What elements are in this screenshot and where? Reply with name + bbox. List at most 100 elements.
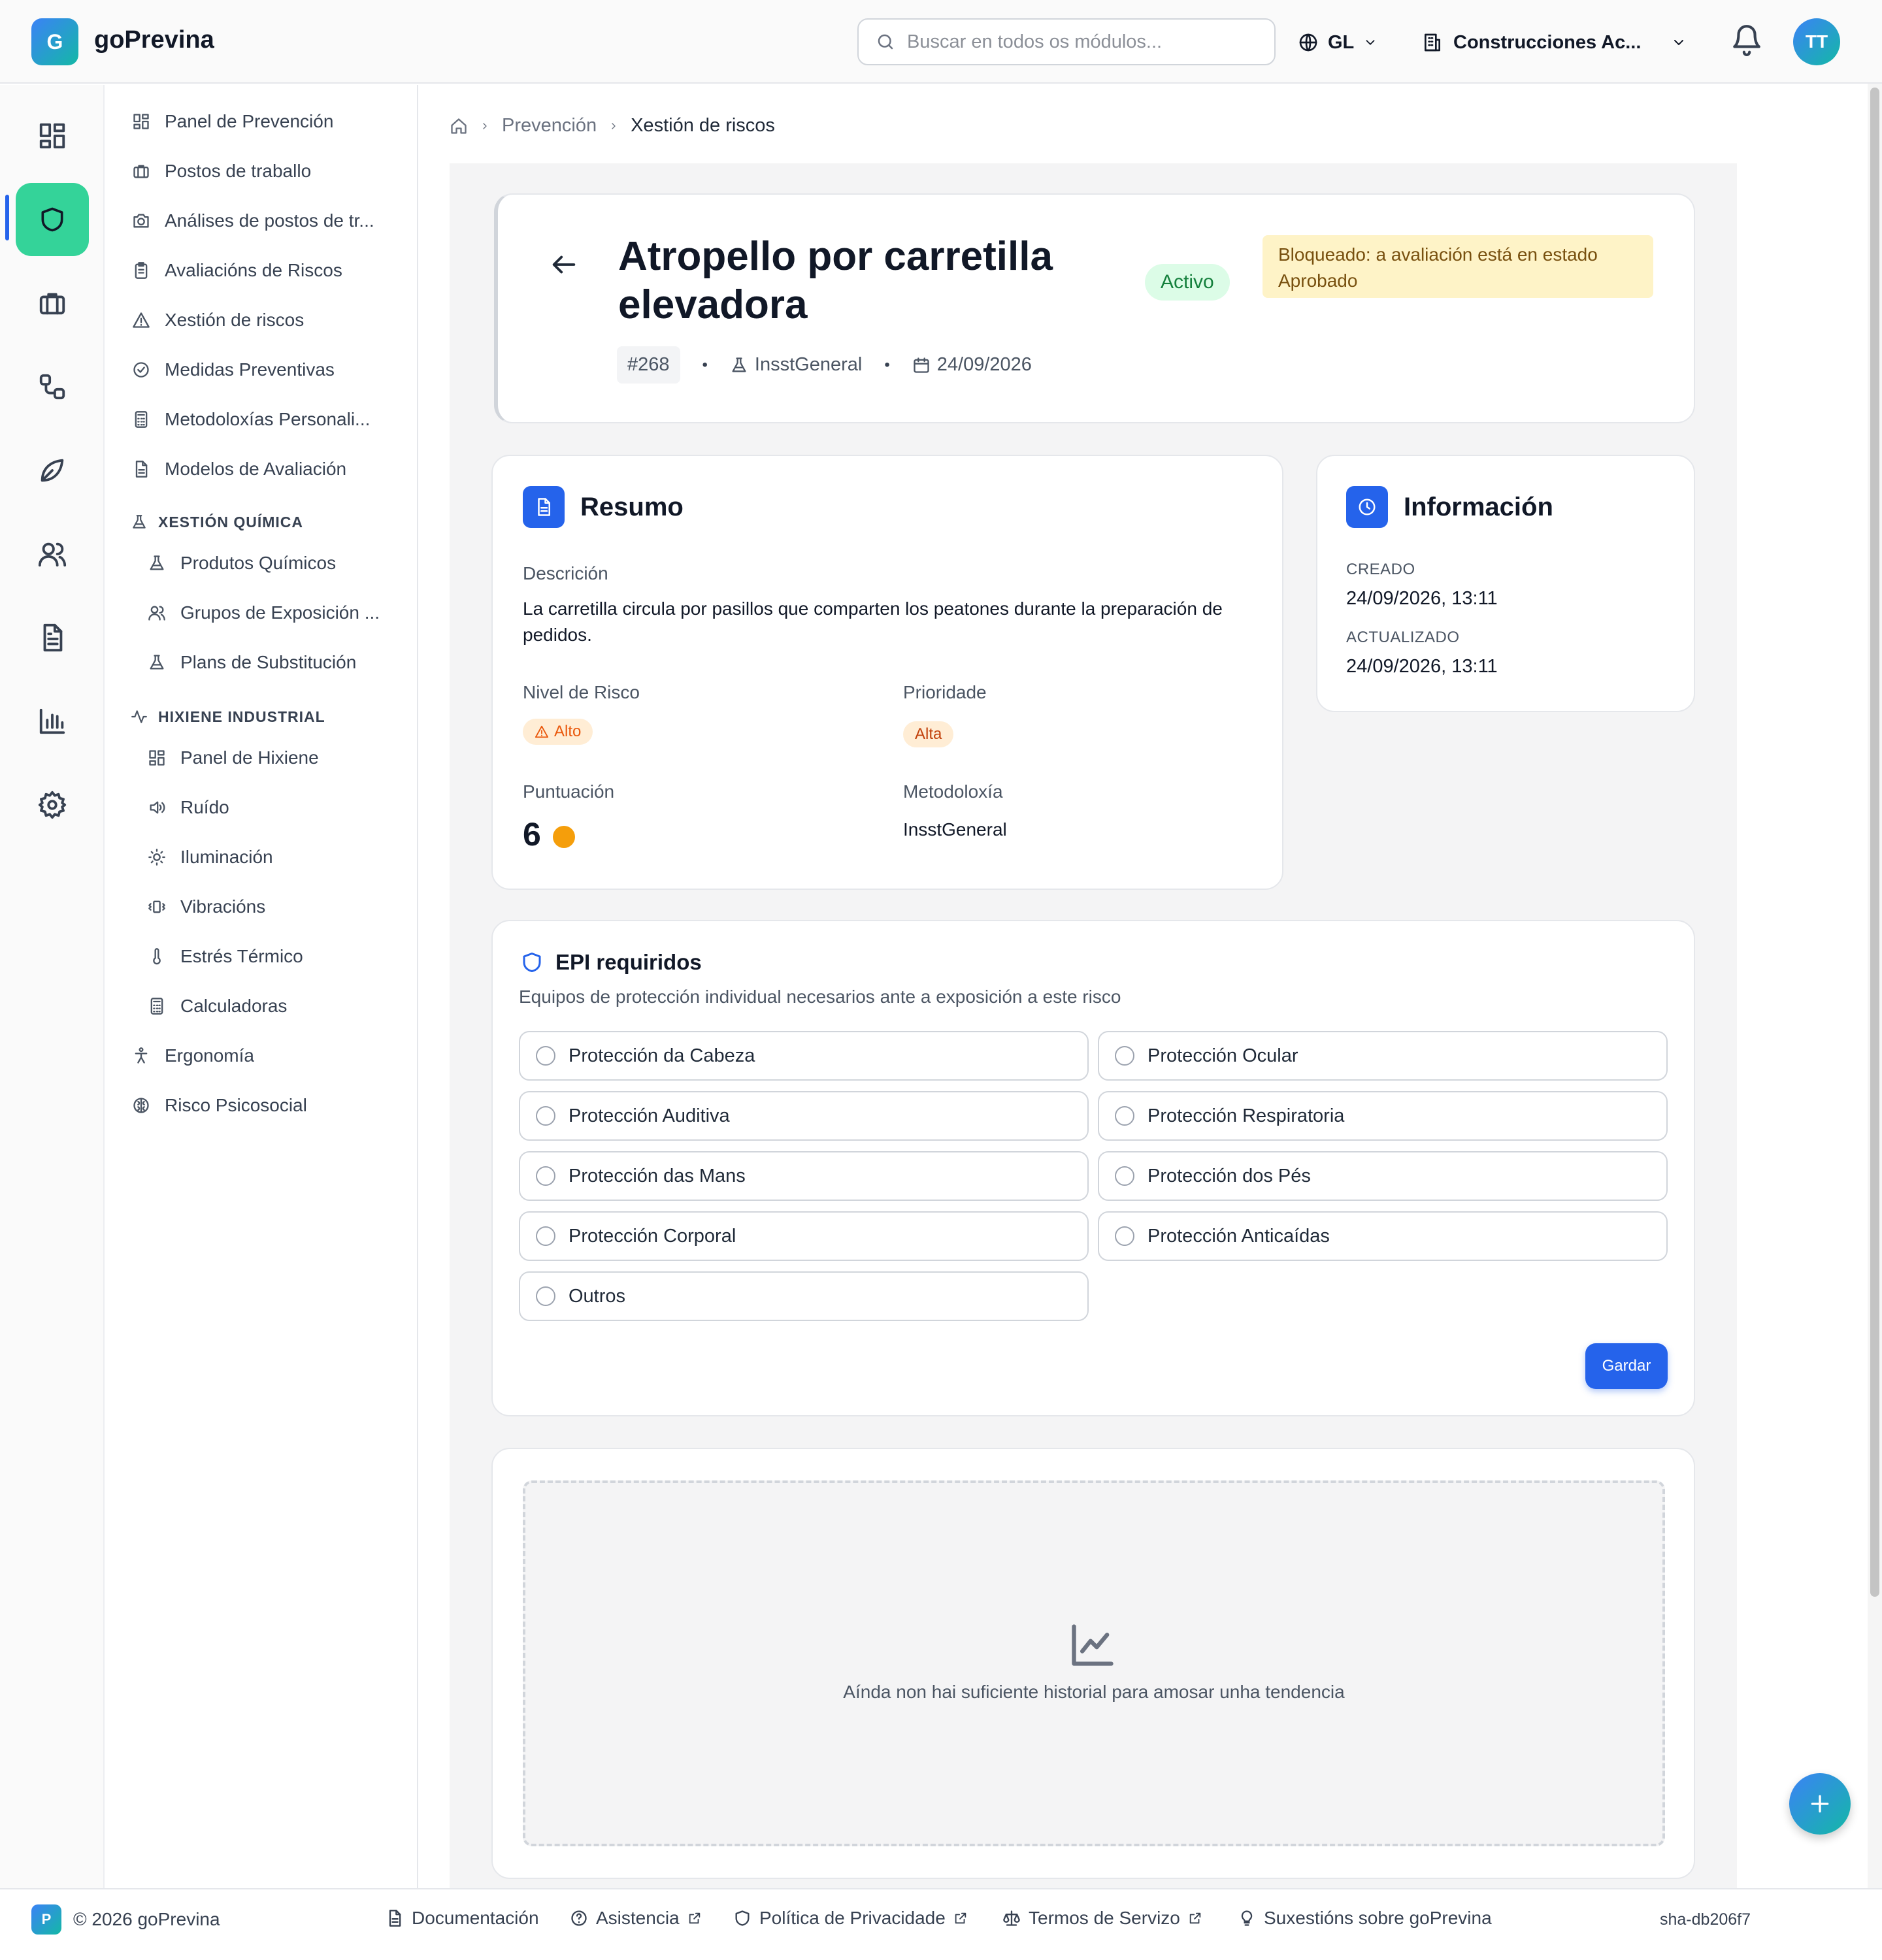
sidebar-item-avaliacions[interactable]: Avaliacións de Riscos <box>131 260 342 281</box>
epi-option-ocular[interactable]: Protección Ocular <box>1098 1031 1668 1081</box>
epi-option-mans[interactable]: Protección das Mans <box>519 1151 1089 1201</box>
back-arrow-icon[interactable] <box>549 250 579 280</box>
sidebar-item-plans-substitucion[interactable]: Plans de Substitución <box>146 652 356 673</box>
radio[interactable] <box>1115 1106 1134 1126</box>
app-logo[interactable]: G <box>31 18 78 65</box>
epi-option-respiratoria[interactable]: Protección Respiratoria <box>1098 1091 1668 1141</box>
epi-option-cabeza[interactable]: Protección da Cabeza <box>519 1031 1089 1081</box>
sidebar-item-panel-hixiene[interactable]: Panel de Hixiene <box>146 747 319 768</box>
radio[interactable] <box>536 1166 555 1186</box>
app-name[interactable]: goPrevina <box>94 26 214 54</box>
notifications-bell-icon[interactable] <box>1730 24 1763 56</box>
epi-title: EPI requiridos <box>555 950 702 974</box>
briefcase-icon[interactable] <box>29 280 76 327</box>
globe-icon <box>1298 32 1319 53</box>
sidebar-item-metodoloxias[interactable]: Metodoloxías Personali... <box>131 409 370 430</box>
file-icon <box>386 1909 404 1927</box>
sidebar-item-ruido[interactable]: Ruído <box>146 797 229 818</box>
users-icon[interactable] <box>29 531 76 578</box>
sidebar-item-xestion-riscos[interactable]: Xestión de riscos <box>131 310 304 331</box>
risk-methodology: InsstGeneral <box>754 354 863 375</box>
radio[interactable] <box>536 1286 555 1306</box>
chevron-right-icon <box>480 121 490 131</box>
chevron-down-icon <box>1671 35 1687 50</box>
sidebar-item-grupos-exposicion[interactable]: Grupos de Exposición ... <box>146 602 380 623</box>
shield-icon[interactable] <box>16 183 89 256</box>
document-icon[interactable] <box>29 614 76 661</box>
camera-icon <box>131 210 152 231</box>
footer-link-suxestions[interactable]: Suxestións sobre goPrevina <box>1238 1908 1492 1929</box>
epi-option-outros[interactable]: Outros <box>519 1271 1089 1321</box>
organization-selector[interactable]: Construcciones Ac... <box>1422 26 1687 59</box>
flask-icon <box>730 356 748 374</box>
sidebar-item-modelos[interactable]: Modelos de Avaliación <box>131 459 346 480</box>
radio[interactable] <box>536 1046 555 1066</box>
radio[interactable] <box>1115 1226 1134 1246</box>
sidebar-item-vibracions[interactable]: Vibracións <box>146 896 265 917</box>
building-icon <box>131 161 152 182</box>
epi-option-label: Protección Corporal <box>569 1225 736 1247</box>
footer-logo: P <box>31 1904 61 1935</box>
external-link-icon <box>687 1911 702 1925</box>
sidebar-item-medidas[interactable]: Medidas Preventivas <box>131 359 335 380</box>
home-icon[interactable] <box>450 117 468 135</box>
flask-icon <box>146 553 167 574</box>
sidebar-item-produtos-quimicos[interactable]: Produtos Químicos <box>146 553 336 574</box>
section-title: HIXIENE INDUSTRIAL <box>158 708 325 725</box>
description-text: La carretilla circula por pasillos que c… <box>523 598 1223 645</box>
risk-title: Atropello por carretilla elevadora <box>618 234 1053 327</box>
thermometer-icon <box>146 946 167 967</box>
global-search[interactable] <box>857 18 1276 65</box>
file-text-icon <box>523 486 565 528</box>
radio[interactable] <box>1115 1166 1134 1186</box>
footer-link-privacidade[interactable]: Política de Privacidade <box>733 1908 968 1929</box>
dashboard-icon[interactable] <box>29 112 76 159</box>
trend-empty-message: Aínda non hai suficiente historial para … <box>843 1682 1345 1702</box>
footer-link-termos[interactable]: Termos de Servizo <box>1002 1908 1202 1929</box>
radio[interactable] <box>536 1226 555 1246</box>
sidebar-item-panel-prevencion[interactable]: Panel de Prevención <box>131 111 333 132</box>
sidebar-item-label: Análises de postos de tr... <box>165 210 374 231</box>
radio[interactable] <box>1115 1046 1134 1066</box>
sidebar-item-risco-psicosocial[interactable]: Risco Psicosocial <box>131 1095 307 1116</box>
epi-option-pes[interactable]: Protección dos Pés <box>1098 1151 1668 1201</box>
bar-chart-icon[interactable] <box>29 698 76 745</box>
language-selector[interactable]: GL <box>1298 26 1378 59</box>
user-avatar[interactable]: TT <box>1793 18 1840 65</box>
risk-level-label: Nivel de Risco <box>523 682 640 702</box>
warning-icon <box>131 310 152 331</box>
search-input[interactable] <box>907 31 1247 53</box>
breadcrumb: Prevención Xestión de riscos <box>450 115 775 137</box>
clock-icon <box>1346 486 1388 528</box>
breadcrumb-prevencion[interactable]: Prevención <box>502 115 597 137</box>
sidebar-item-iluminacion[interactable]: Iluminación <box>146 847 273 868</box>
epi-option-anticaidas[interactable]: Protección Anticaídas <box>1098 1211 1668 1261</box>
status-badge: Activo <box>1145 264 1230 301</box>
sidebar-item-calculadoras[interactable]: Calculadoras <box>146 996 287 1017</box>
sidebar-item-postos[interactable]: Postos de traballo <box>131 161 311 182</box>
activity-icon <box>129 707 149 727</box>
sidebar-item-label: Metodoloxías Personali... <box>165 409 371 429</box>
sidebar-item-estres-termico[interactable]: Estrés Térmico <box>146 946 303 967</box>
footer-link-asistencia[interactable]: Asistencia <box>570 1908 702 1929</box>
chevron-right-icon <box>608 121 619 131</box>
save-button[interactable]: Gardar <box>1585 1343 1668 1389</box>
lightbulb-icon <box>1238 1909 1256 1927</box>
settings-icon[interactable] <box>29 781 76 828</box>
scale-icon <box>1002 1909 1021 1927</box>
footer-link-documentacion[interactable]: Documentación <box>386 1908 539 1929</box>
sidebar-item-analises[interactable]: Análises de postos de tr... <box>131 210 374 231</box>
workflow-icon[interactable] <box>29 363 76 410</box>
priority-label: Prioridade <box>903 682 987 702</box>
flask-icon <box>146 652 167 673</box>
epi-option-label: Protección dos Pés <box>1147 1165 1311 1186</box>
sidebar-item-ergonomia[interactable]: Ergonomía <box>131 1045 254 1066</box>
add-fab-button[interactable] <box>1789 1773 1851 1835</box>
epi-option-corporal[interactable]: Protección Corporal <box>519 1211 1089 1261</box>
leaf-icon[interactable] <box>29 447 76 494</box>
epi-option-auditiva[interactable]: Protección Auditiva <box>519 1091 1089 1141</box>
building-icon <box>1422 32 1443 53</box>
footer-link-label: Asistencia <box>596 1908 680 1928</box>
scrollbar-thumb[interactable] <box>1870 88 1879 1597</box>
radio[interactable] <box>536 1106 555 1126</box>
